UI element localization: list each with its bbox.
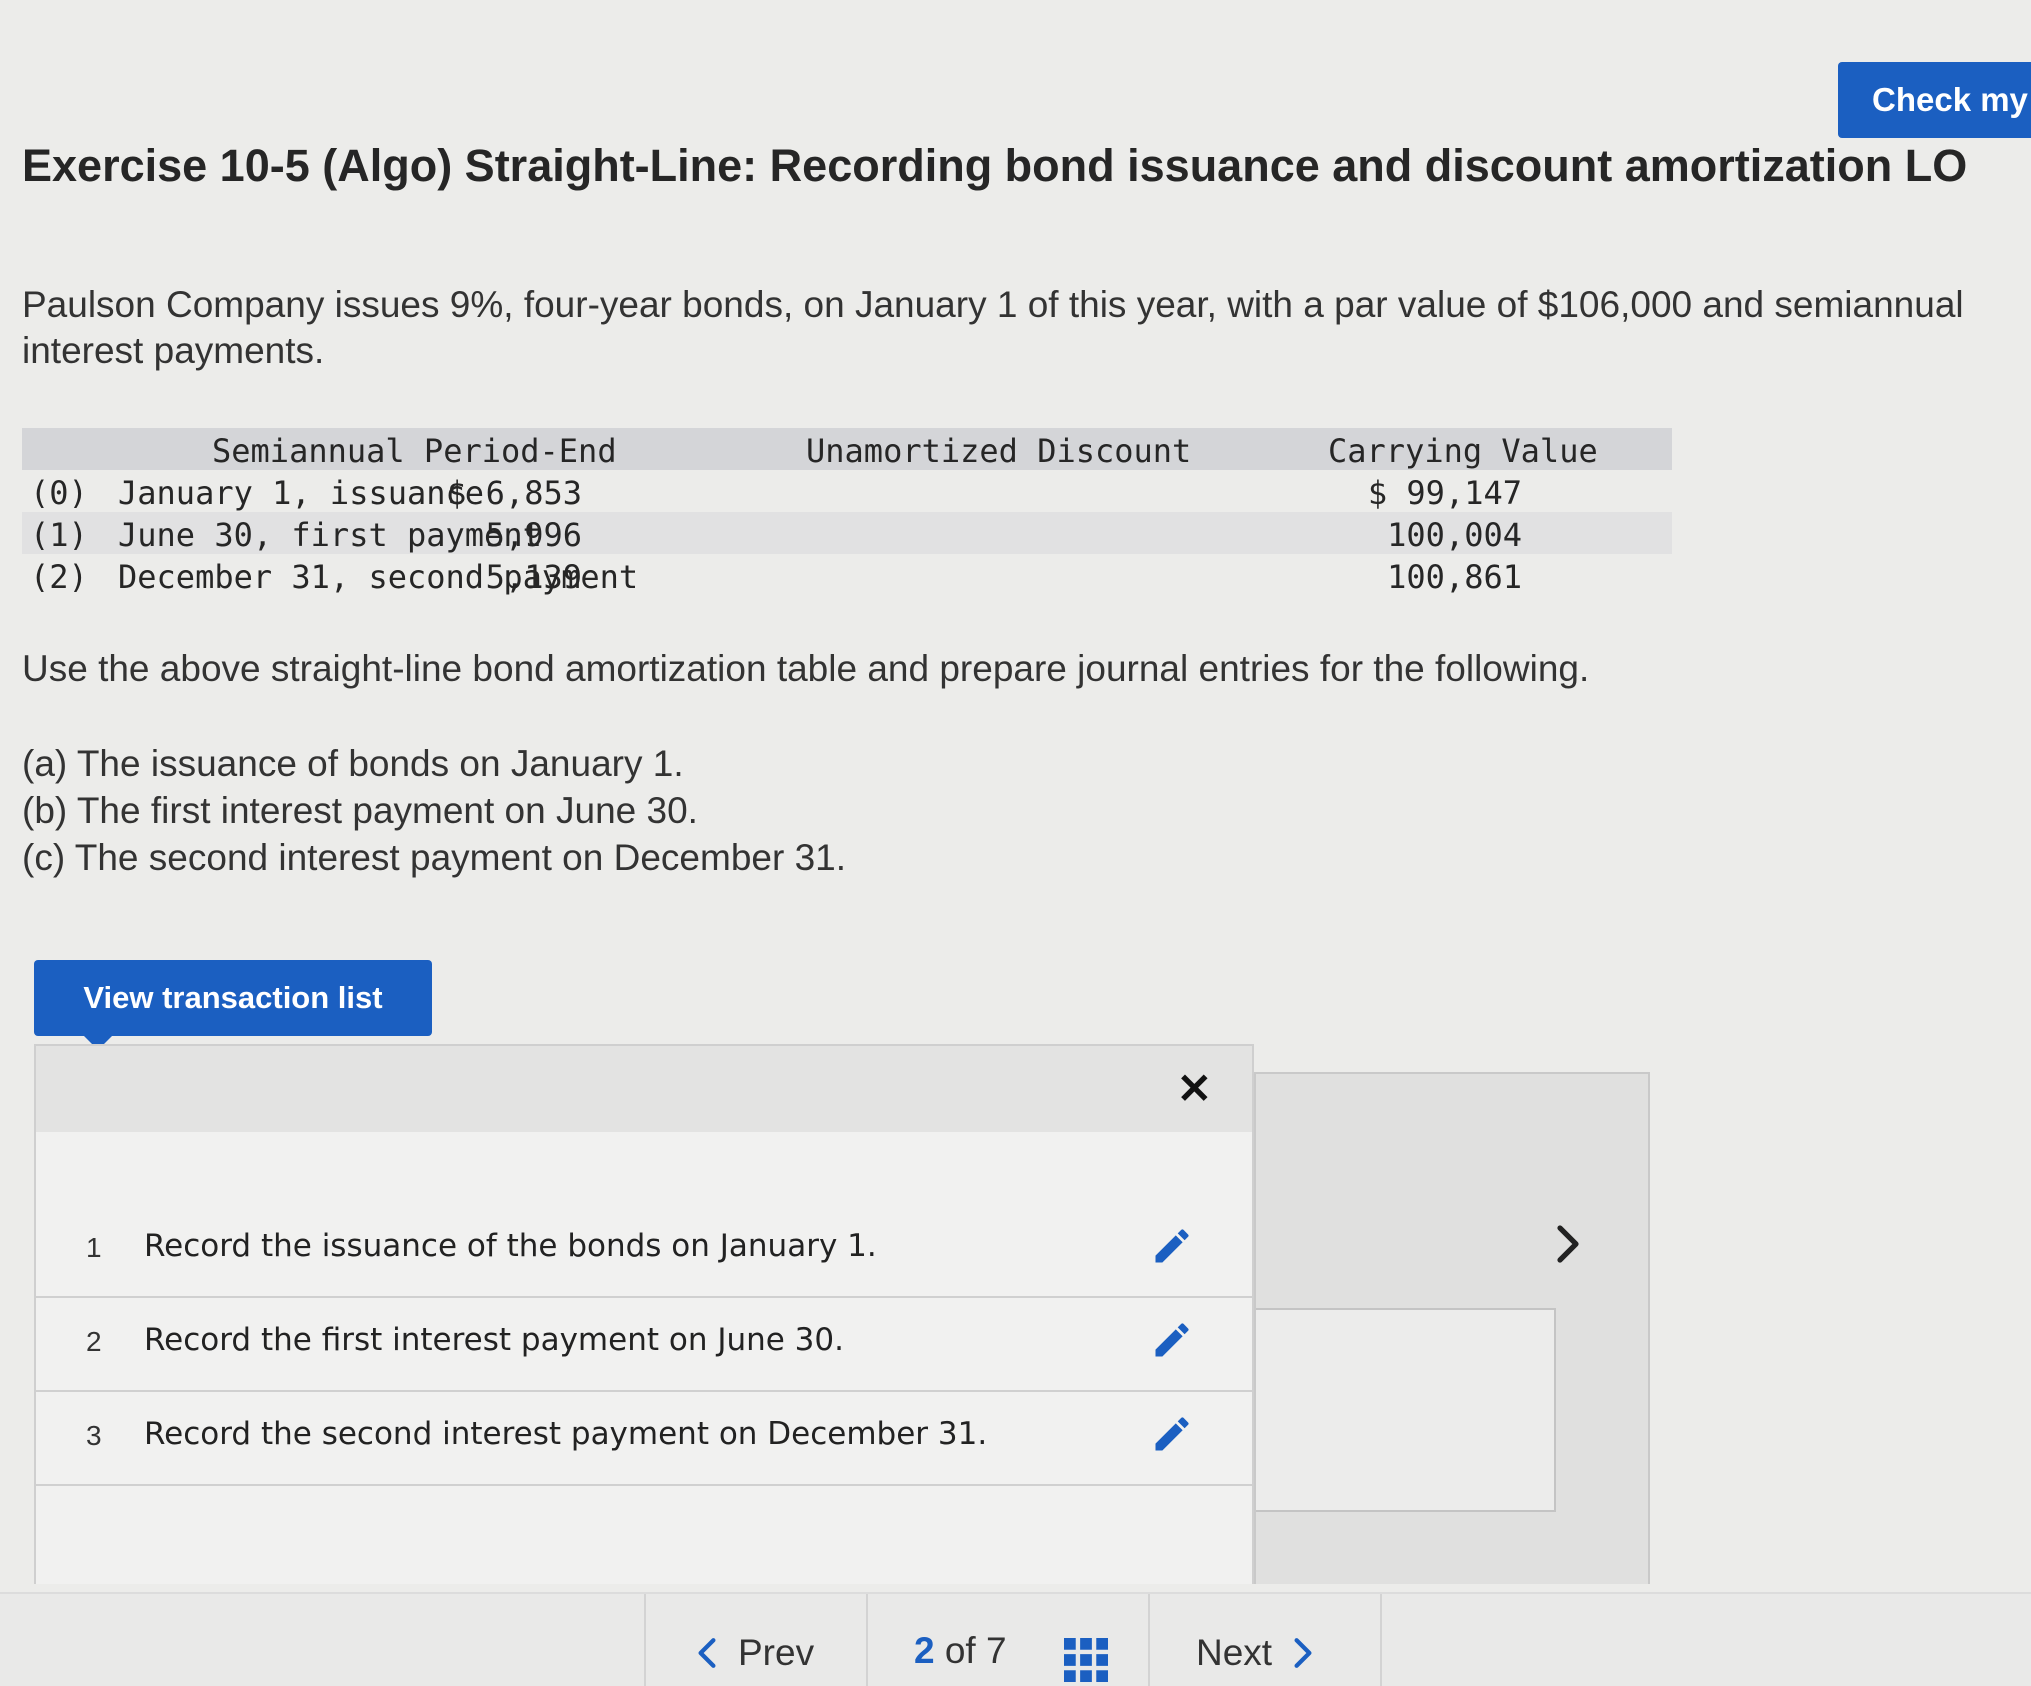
header-carrying: Carrying Value — [1328, 432, 1598, 470]
amortization-table: Semiannual Period-End Unamortized Discou… — [22, 428, 1672, 596]
row-index: (0) — [30, 474, 88, 512]
row-discount: 5,996 — [485, 516, 582, 554]
row-period: January 1, issuance — [118, 474, 485, 512]
amortization-header-row: Semiannual Period-End Unamortized Discou… — [22, 428, 1672, 470]
row-discount: 5,139 — [485, 558, 582, 596]
prev-button[interactable]: Prev — [694, 1632, 814, 1674]
check-my-work-button[interactable]: Check my — [1838, 62, 2031, 138]
transaction-item-3[interactable]: 3 Record the second interest payment on … — [36, 1392, 1252, 1486]
pencil-icon[interactable] — [1150, 1318, 1194, 1362]
next-label: Next — [1196, 1632, 1273, 1673]
instruction-items: (a) The issuance of bonds on January 1. … — [22, 740, 846, 881]
transaction-text: Record the issuance of the bonds on Janu… — [144, 1228, 877, 1264]
page-indicator: 2 of 7 — [914, 1630, 1007, 1672]
row-index: (1) — [30, 516, 88, 554]
panel-header: ✕ — [36, 1046, 1252, 1132]
row-index: (2) — [30, 558, 88, 596]
table-row: (2) December 31, second payment 5,139 10… — [22, 554, 1672, 596]
row-carrying: $ 99,147 — [1367, 474, 1522, 512]
view-transaction-list-label: View transaction list — [83, 980, 383, 1015]
journal-entry-panel — [1254, 1072, 1650, 1584]
transaction-text: Record the second interest payment on De… — [144, 1416, 988, 1452]
transaction-number: 2 — [86, 1326, 102, 1357]
list-item: (c) The second interest payment on Decem… — [22, 837, 847, 878]
list-item: (a) The issuance of bonds on January 1. — [22, 743, 684, 784]
close-icon[interactable]: ✕ — [1177, 1068, 1212, 1110]
table-row: (0) January 1, issuance $ 6,853 $ 99,147 — [22, 470, 1672, 512]
of-label: of — [944, 1630, 976, 1671]
pencil-icon[interactable] — [1150, 1224, 1194, 1268]
current-page: 2 — [914, 1630, 935, 1671]
exercise-title: Exercise 10-5 (Algo) Straight-Line: Reco… — [22, 140, 1968, 191]
row-carrying: 100,861 — [1387, 558, 1522, 596]
next-button[interactable]: Next — [1196, 1632, 1316, 1674]
divider — [1380, 1594, 1382, 1686]
grid-icon[interactable] — [1064, 1638, 1108, 1682]
table-row: (1) June 30, first payment 5,996 100,004 — [22, 512, 1672, 554]
pagination-bar: Prev 2 of 7 Next — [0, 1592, 2031, 1686]
header-period: Semiannual Period-End — [212, 432, 617, 470]
row-carrying: 100,004 — [1387, 516, 1522, 554]
divider — [644, 1594, 646, 1686]
divider — [866, 1594, 868, 1686]
divider — [1148, 1594, 1150, 1686]
view-transaction-list-button[interactable]: View transaction list — [34, 960, 432, 1050]
transaction-item-2[interactable]: 2 Record the first interest payment on J… — [36, 1298, 1252, 1392]
transaction-text: Record the first interest payment on Jun… — [144, 1322, 844, 1358]
transaction-list-panel: ✕ 1 Record the issuance of the bonds on … — [34, 1044, 1254, 1584]
chevron-right-icon[interactable] — [1544, 1220, 1592, 1268]
transaction-number: 3 — [86, 1420, 102, 1451]
entry-box — [1256, 1308, 1556, 1512]
chevron-left-icon — [698, 1638, 716, 1668]
pencil-icon[interactable] — [1150, 1412, 1194, 1456]
chevron-right-icon — [1294, 1638, 1312, 1668]
row-discount: $ 6,853 — [447, 474, 582, 512]
exercise-intro: Paulson Company issues 9%, four-year bon… — [22, 284, 1964, 371]
header-discount: Unamortized Discount — [806, 432, 1192, 470]
transaction-item-1[interactable]: 1 Record the issuance of the bonds on Ja… — [36, 1204, 1252, 1298]
list-item: (b) The first interest payment on June 3… — [22, 790, 698, 831]
row-period: June 30, first payment — [118, 516, 542, 554]
prev-label: Prev — [738, 1632, 815, 1673]
total-pages: 7 — [986, 1630, 1007, 1671]
instructions-text: Use the above straight-line bond amortiz… — [22, 648, 1590, 689]
transaction-number: 1 — [86, 1232, 102, 1263]
